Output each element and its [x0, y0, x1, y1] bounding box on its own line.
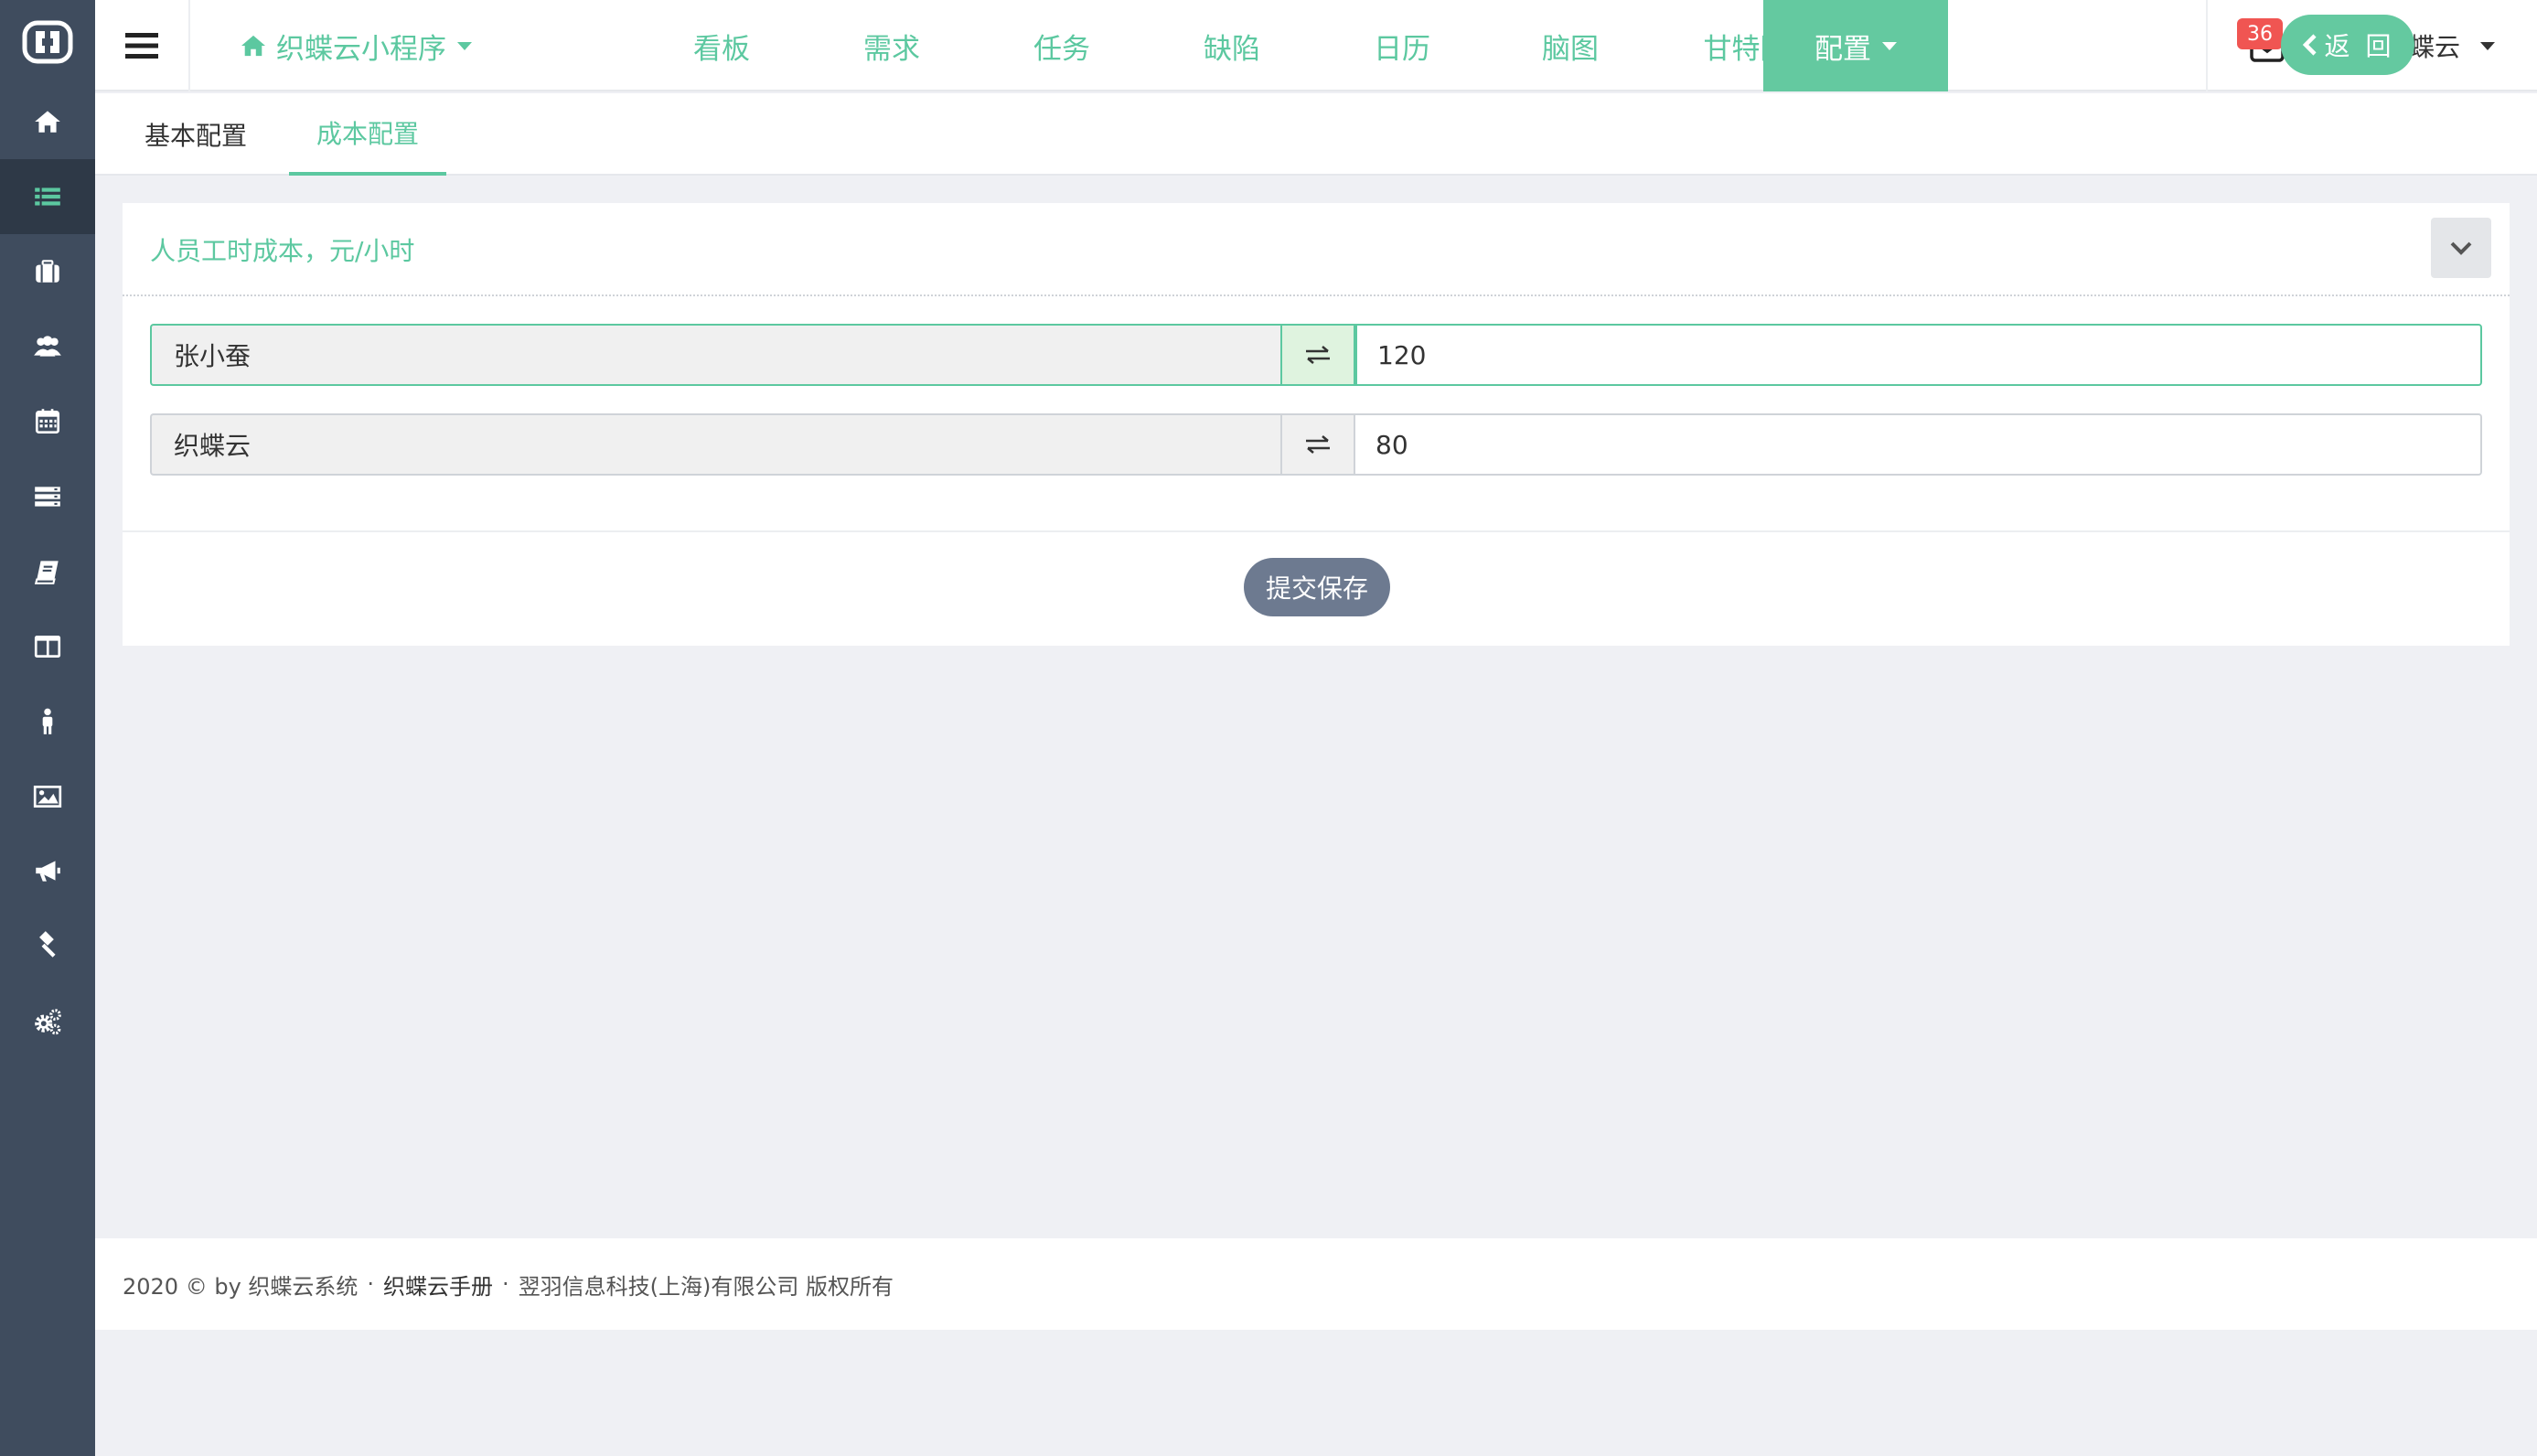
- back-button-label: 返 回: [2324, 31, 2395, 61]
- nav-config-label: 配置: [1814, 32, 1871, 66]
- zhidie-logo-icon[interactable]: [0, 0, 95, 84]
- panel-footer: 提交保存: [123, 530, 2510, 646]
- app-root: 织蝶云小程序 看板 需求 任务 缺陷 日历 脑图 甘特图 配置 36 织蝶云 基…: [0, 0, 2537, 1456]
- gavel-icon: [39, 931, 56, 958]
- list-icon: [35, 187, 60, 206]
- footer-copyright: 2020 © by 织蝶云系统: [123, 1273, 359, 1300]
- sidebar-item-server[interactable]: [0, 459, 95, 534]
- nav-requirements-label: 需求: [863, 32, 920, 66]
- sidebar-item-list[interactable]: [0, 159, 95, 234]
- hamburger-icon: [125, 33, 158, 59]
- gears-icon: [35, 1009, 61, 1035]
- panel-title: 人员工时成本，元/小时: [150, 236, 415, 266]
- back-button[interactable]: 返 回: [2281, 15, 2414, 75]
- tab-basic-config[interactable]: 基本配置: [123, 93, 269, 176]
- cost-config-panel: 人员工时成本，元/小时 张小蚕 织蝶云: [123, 203, 2510, 646]
- cost-row: 张小蚕: [150, 324, 2482, 386]
- sidebar-item-briefcase[interactable]: [0, 234, 95, 309]
- nav-tasks-label: 任务: [1033, 32, 1090, 66]
- person-icon: [42, 708, 53, 734]
- sidebar-item-calendar[interactable]: [0, 384, 95, 459]
- footer-company: 翌羽信息科技(上海)有限公司 版权所有: [518, 1273, 894, 1300]
- mail-count-badge: 36: [2237, 18, 2283, 49]
- nav-kanban-label: 看板: [693, 32, 750, 66]
- nav-calendar-label: 日历: [1374, 32, 1430, 66]
- sidebar: [0, 0, 95, 1456]
- member-name: 织蝶云: [150, 413, 1280, 476]
- member-name: 张小蚕: [150, 324, 1280, 386]
- footer-separator: ·: [367, 1271, 375, 1297]
- sidebar-item-book[interactable]: [0, 534, 95, 609]
- navbar-divider: [2206, 0, 2208, 91]
- nav-config-dropdown[interactable]: 配置: [1763, 0, 1948, 91]
- home-icon: [35, 111, 60, 133]
- menu-toggle-button[interactable]: [95, 0, 190, 91]
- project-name: 织蝶云小程序: [276, 32, 446, 66]
- briefcase-icon: [36, 260, 59, 283]
- nav-defects-label: 缺陷: [1204, 32, 1260, 66]
- sidebar-item-columns[interactable]: [0, 609, 95, 684]
- collapse-button[interactable]: [2431, 218, 2491, 278]
- nav-requirements[interactable]: 需求: [796, 0, 988, 91]
- hourly-cost-input[interactable]: [1355, 324, 2482, 386]
- nav-calendar[interactable]: 日历: [1306, 0, 1498, 91]
- sidebar-item-gears[interactable]: [0, 984, 95, 1059]
- columns-icon: [34, 636, 61, 658]
- server-icon: [35, 487, 60, 507]
- hourly-cost-input[interactable]: [1355, 413, 2482, 476]
- exchange-icon: [1280, 324, 1355, 386]
- sidebar-item-image[interactable]: [0, 759, 95, 834]
- chevron-down-icon: [1882, 41, 1897, 50]
- nav-defects[interactable]: 缺陷: [1136, 0, 1328, 91]
- exchange-icon: [1280, 413, 1355, 476]
- top-navbar: 织蝶云小程序 看板 需求 任务 缺陷 日历 脑图 甘特图 配置: [95, 0, 2537, 91]
- sidebar-item-bullhorn[interactable]: [0, 834, 95, 909]
- calendar-icon: [35, 409, 60, 434]
- submit-save-button[interactable]: 提交保存: [1244, 558, 1390, 616]
- nav-kanban[interactable]: 看板: [626, 0, 818, 91]
- sidebar-item-gavel[interactable]: [0, 909, 95, 984]
- tab-cost-config[interactable]: 成本配置: [289, 93, 446, 176]
- users-icon: [34, 336, 61, 357]
- project-dropdown[interactable]: 织蝶云小程序: [240, 0, 587, 91]
- nav-mindmap[interactable]: 脑图: [1474, 0, 1666, 91]
- sidebar-item-person[interactable]: [0, 684, 95, 759]
- cost-row: 织蝶云: [150, 413, 2482, 476]
- footer-separator: ·: [502, 1271, 509, 1297]
- footer-manual-link[interactable]: 织蝶云手册: [383, 1269, 493, 1301]
- home-icon: [241, 35, 265, 57]
- sidebar-item-users[interactable]: [0, 309, 95, 384]
- chevron-down-icon: [2480, 41, 2496, 50]
- chevron-down-icon: [2450, 241, 2472, 255]
- tab-basic-config-label: 基本配置: [144, 121, 247, 151]
- nav-tasks[interactable]: 任务: [966, 0, 1158, 91]
- chevron-down-icon: [457, 41, 472, 50]
- nav-mindmap-label: 脑图: [1542, 32, 1599, 66]
- page-footer: 2020 © by 织蝶云系统 · 织蝶云手册 · 翌羽信息科技(上海)有限公司…: [95, 1238, 2537, 1330]
- image-icon: [33, 786, 62, 808]
- sub-tabs-bar: 基本配置 成本配置: [95, 93, 2537, 176]
- panel-header: 人员工时成本，元/小时: [123, 203, 2510, 296]
- chevron-left-icon: [2302, 34, 2317, 56]
- tab-cost-config-label: 成本配置: [316, 119, 419, 149]
- sidebar-item-home[interactable]: [0, 84, 95, 159]
- book-icon: [34, 561, 59, 584]
- bullhorn-icon: [36, 861, 60, 882]
